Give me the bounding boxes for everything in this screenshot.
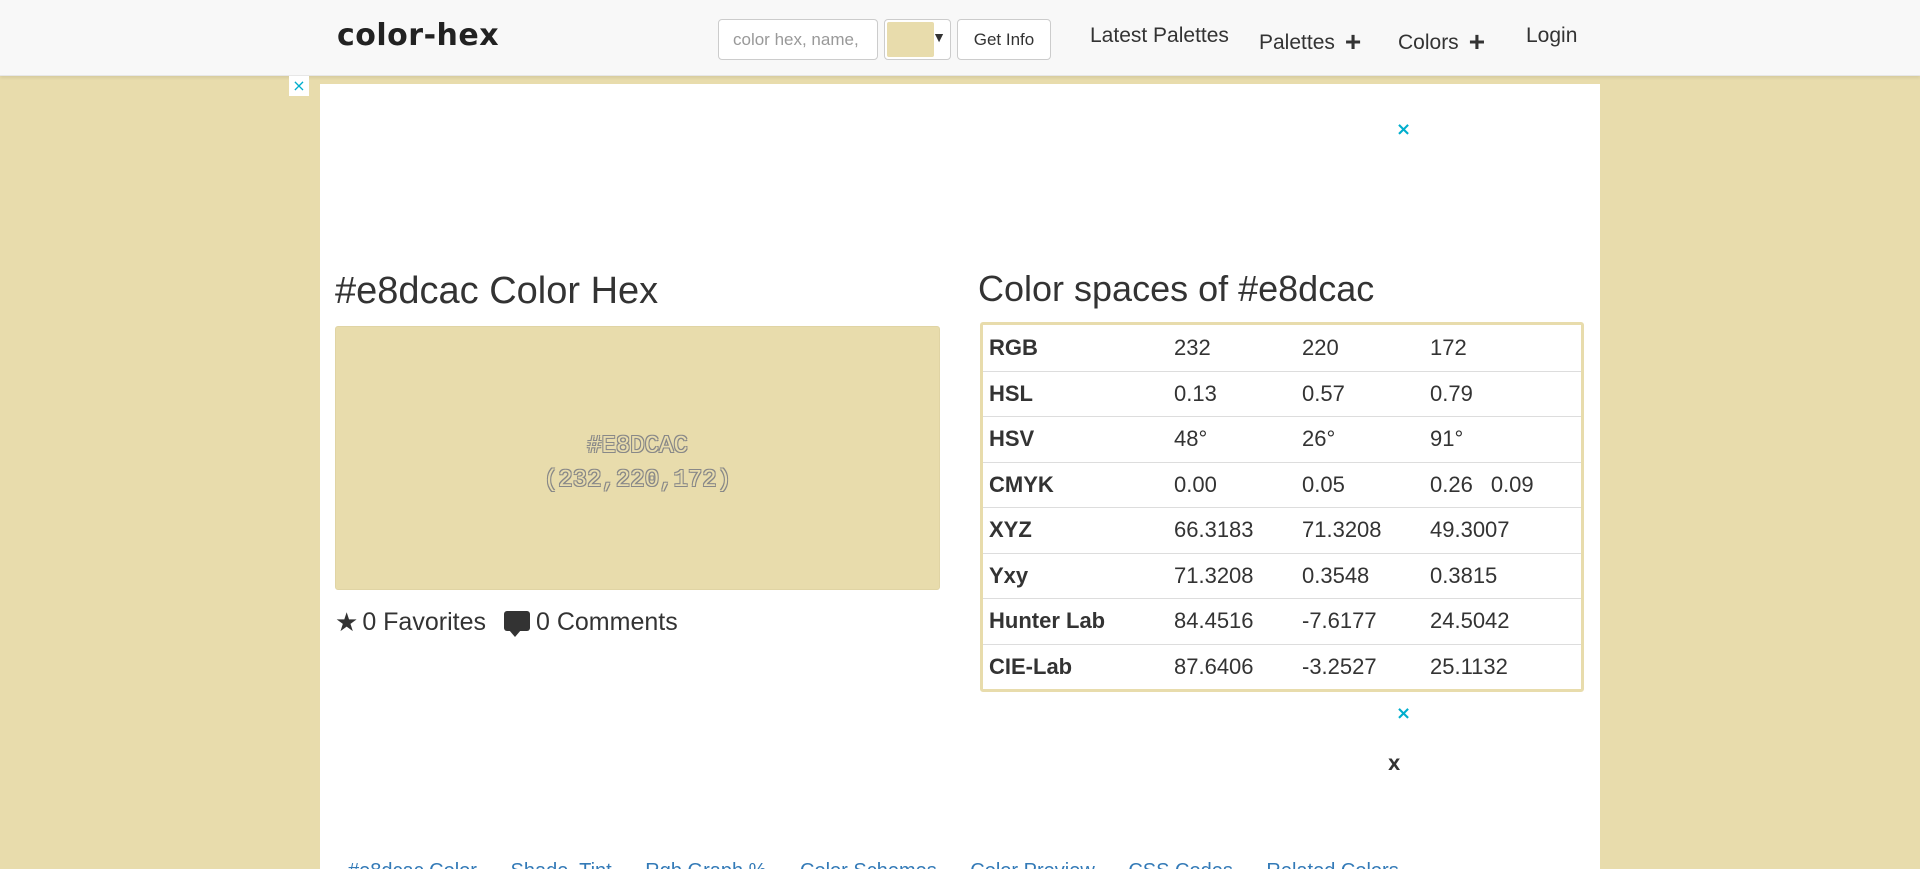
row-value: 71.3208 — [1168, 552, 1296, 599]
row-value: 0.26 — [1430, 471, 1473, 497]
stats-row: ★ 0 Favorites 0 Comments — [335, 607, 678, 638]
row-value: 49.3007 — [1424, 507, 1581, 553]
nav-latest-palettes[interactable]: Latest Palettes — [1090, 24, 1229, 48]
table-row: HSL 0.13 0.57 0.79 — [983, 370, 1581, 417]
nav-label: Login — [1526, 24, 1578, 47]
row-value: 0.3548 — [1296, 552, 1424, 599]
row-value: 0.79 — [1424, 370, 1581, 417]
section-link[interactable]: CSS Codes — [1128, 860, 1233, 869]
row-label: RGB — [989, 334, 1038, 360]
row-value: 0.05 — [1296, 461, 1424, 508]
brand-logo[interactable]: color-hex — [337, 18, 499, 53]
nav-label: Latest Palettes — [1090, 24, 1229, 47]
nav-colors[interactable]: Colors + — [1398, 24, 1486, 57]
nav-label: Palettes — [1259, 31, 1335, 54]
row-value-pair: 0.26 0.09 — [1424, 461, 1581, 508]
preview-hex-label: #E8DCAC — [587, 433, 688, 460]
row-value: 0.57 — [1296, 370, 1424, 417]
comment-icon[interactable] — [503, 610, 530, 637]
section-link[interactable]: #e8dcac Color — [348, 860, 477, 869]
section-link[interactable]: Shade, Tint — [511, 860, 612, 869]
table-row: HSV 48° 26° 91° — [983, 416, 1581, 462]
table-row: Yxy 71.3208 0.3548 0.3815 — [983, 552, 1581, 599]
section-link[interactable]: Rgb Graph % — [645, 860, 766, 869]
color-swatch — [887, 22, 934, 57]
row-value: 172 — [1430, 334, 1467, 360]
row-value: 0.3815 — [1424, 552, 1581, 599]
search-input[interactable] — [718, 19, 878, 60]
color-preview: #E8DCAC (232,220,172) — [335, 326, 940, 590]
table-row: RGB 232 220 172 — [983, 325, 1581, 371]
nav-palettes[interactable]: Palettes + — [1259, 24, 1362, 57]
row-value: 26° — [1296, 416, 1424, 462]
row-value: 24.5042 — [1424, 598, 1581, 644]
row-value: 84.4516 — [1168, 598, 1296, 644]
section-link[interactable]: Related Colors — [1266, 860, 1398, 869]
row-value: 71.3208 — [1296, 507, 1424, 553]
main-container: × #e8dcac Color Hex #E8DCAC (232,220,172… — [320, 84, 1600, 869]
row-value: 220 — [1302, 334, 1339, 360]
row-value: 91° — [1424, 416, 1581, 462]
row-label: HSL — [983, 370, 1168, 417]
row-value: -3.2527 — [1296, 643, 1424, 690]
table-row: XYZ 66.3183 71.3208 49.3007 — [983, 507, 1581, 553]
section-links: #e8dcac Color Shade, Tint Rgb Graph % Co… — [348, 860, 1427, 869]
row-label: CMYK — [983, 461, 1168, 508]
row-value: 48° — [1168, 416, 1296, 462]
row-value: 25.1132 — [1424, 643, 1581, 690]
row-value: 0.09 — [1490, 471, 1534, 497]
row-value: 0.00 — [1168, 461, 1296, 508]
color-spaces-title: Color spaces of #e8dcac — [978, 268, 1375, 309]
section-link[interactable]: Color Schemes — [800, 860, 937, 869]
table-row: Hunter Lab 84.4516 -7.6177 24.5042 — [983, 598, 1581, 644]
comments-count[interactable]: 0 Comments — [536, 608, 678, 636]
preview-rgb-label: (232,220,172) — [543, 467, 732, 494]
favorites-count[interactable]: 0 Favorites — [362, 608, 486, 636]
row-value: 87.6406 — [1168, 643, 1296, 690]
color-picker-select[interactable]: ▼ — [884, 19, 951, 60]
table-row: CIE-Lab 87.6406 -3.2527 25.1132 — [983, 643, 1581, 690]
caret-down-icon: ▼ — [932, 29, 946, 45]
row-value: -7.6177 — [1296, 598, 1424, 644]
row-label: Hunter Lab — [983, 598, 1168, 644]
row-value: 0.13 — [1168, 370, 1296, 417]
page-title: #e8dcac Color Hex — [335, 270, 659, 312]
section-link[interactable]: Color Preview — [970, 860, 1094, 869]
plus-icon: + — [1344, 26, 1362, 57]
ad-close-icon[interactable]: × — [289, 76, 309, 96]
plus-icon: + — [1468, 26, 1486, 57]
color-spaces-table: RGB 232 220 172 HSL 0.13 0.57 0.79 HSV 4… — [980, 322, 1584, 692]
row-value: 232 — [1174, 334, 1211, 360]
navbar: color-hex ▼ Get Info Latest Palettes Pal… — [0, 0, 1920, 76]
table-row: CMYK 0.00 0.05 0.26 0.09 — [983, 461, 1581, 508]
row-value: 66.3183 — [1168, 507, 1296, 553]
ad-close-icon[interactable]: × — [1396, 703, 1411, 724]
row-label: HSV — [983, 416, 1168, 462]
nav-label: Colors — [1398, 31, 1459, 54]
ad-close-icon[interactable]: × — [1396, 119, 1411, 140]
row-label: CIE-Lab — [983, 643, 1168, 690]
row-label: XYZ — [983, 507, 1168, 553]
get-info-button[interactable]: Get Info — [957, 19, 1051, 60]
star-icon[interactable]: ★ — [335, 607, 358, 637]
nav-login[interactable]: Login — [1526, 24, 1577, 48]
ad-dismiss-icon[interactable]: X — [1388, 755, 1400, 774]
row-label: Yxy — [983, 552, 1168, 599]
